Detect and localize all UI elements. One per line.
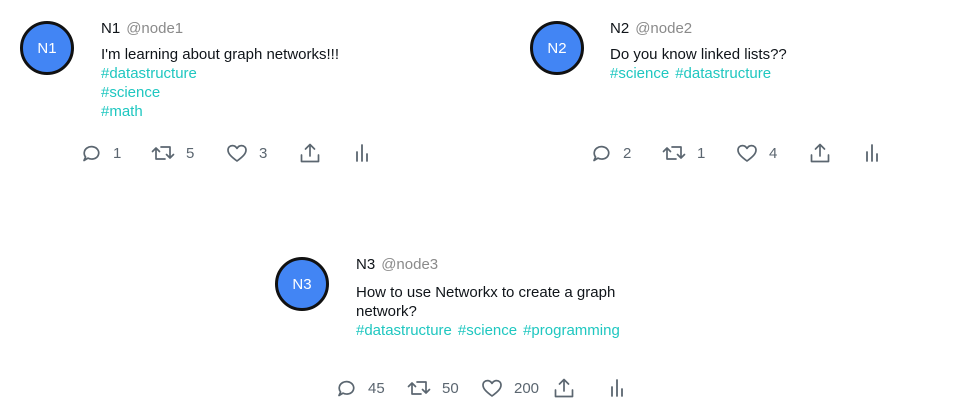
like-icon xyxy=(735,141,759,165)
like-count: 200 xyxy=(514,379,540,397)
share-button[interactable] xyxy=(552,376,576,400)
retweet-count: 50 xyxy=(442,379,459,397)
analytics-button[interactable] xyxy=(608,376,628,400)
analytics-icon xyxy=(353,141,373,165)
hashtag-link[interactable]: #science xyxy=(610,65,669,82)
display-name[interactable]: N2 xyxy=(610,20,629,37)
post-text: Do you know linked lists?? xyxy=(610,46,787,63)
post-body: I'm learning about graph networks!!! #da… xyxy=(101,45,431,121)
reply-icon xyxy=(79,141,103,165)
post-header: N2 @node2 xyxy=(610,20,692,37)
user-handle[interactable]: @node3 xyxy=(381,256,438,273)
post-body: How to use Networkx to create a graph ne… xyxy=(356,283,656,340)
hashtag-link[interactable]: #datastructure xyxy=(675,65,771,82)
retweet-button[interactable]: 1 xyxy=(661,141,705,165)
reply-icon xyxy=(334,376,358,400)
action-bar: 1 5 3 xyxy=(79,141,399,167)
post-text: I'm learning about graph networks!!! xyxy=(101,46,339,63)
user-handle[interactable]: @node2 xyxy=(635,20,692,37)
like-icon xyxy=(225,141,249,165)
share-icon xyxy=(298,141,322,165)
reply-count: 2 xyxy=(623,144,632,162)
hashtag-link[interactable]: #science xyxy=(458,322,517,339)
retweet-button[interactable]: 5 xyxy=(150,141,194,165)
retweet-count: 5 xyxy=(186,144,195,162)
display-name[interactable]: N3 xyxy=(356,256,375,273)
share-button[interactable] xyxy=(808,141,832,165)
like-count: 3 xyxy=(259,144,268,162)
reply-count: 1 xyxy=(113,144,122,162)
analytics-button[interactable] xyxy=(863,141,883,165)
like-count: 4 xyxy=(769,144,778,162)
share-button[interactable] xyxy=(298,141,322,165)
reply-button[interactable]: 45 xyxy=(334,376,385,400)
retweet-count: 1 xyxy=(697,144,706,162)
analytics-button[interactable] xyxy=(353,141,373,165)
hashtag-link[interactable]: #datastructure xyxy=(101,64,431,83)
post-header: N3 @node3 xyxy=(356,256,438,273)
hashtag-link[interactable]: #programming xyxy=(523,322,620,339)
analytics-icon xyxy=(608,376,628,400)
avatar[interactable]: N1 xyxy=(20,21,74,75)
retweet-icon xyxy=(150,141,176,165)
hashtag-link[interactable]: #science xyxy=(101,83,431,102)
reply-button[interactable]: 1 xyxy=(79,141,121,165)
like-button[interactable]: 200 xyxy=(480,376,539,400)
retweet-icon xyxy=(661,141,687,165)
hashtag-link[interactable]: #datastructure xyxy=(356,322,452,339)
display-name[interactable]: N1 xyxy=(101,20,120,37)
like-icon xyxy=(480,376,504,400)
action-bar: 45 50 200 xyxy=(334,376,654,402)
retweet-button[interactable]: 50 xyxy=(406,376,459,400)
avatar[interactable]: N2 xyxy=(530,21,584,75)
action-bar: 2 1 4 xyxy=(589,141,909,167)
avatar[interactable]: N3 xyxy=(275,257,329,311)
analytics-icon xyxy=(863,141,883,165)
share-icon xyxy=(552,376,576,400)
like-button[interactable]: 3 xyxy=(225,141,267,165)
reply-count: 45 xyxy=(368,379,385,397)
post-header: N1 @node1 xyxy=(101,20,183,37)
like-button[interactable]: 4 xyxy=(735,141,777,165)
share-icon xyxy=(808,141,832,165)
retweet-icon xyxy=(406,376,432,400)
reply-icon xyxy=(589,141,613,165)
post-text: How to use Networkx to create a graph ne… xyxy=(356,284,616,320)
hashtag-link[interactable]: #math xyxy=(101,102,431,121)
reply-button[interactable]: 2 xyxy=(589,141,631,165)
post-body: Do you know linked lists?? #science #data… xyxy=(610,45,940,83)
user-handle[interactable]: @node1 xyxy=(126,20,183,37)
